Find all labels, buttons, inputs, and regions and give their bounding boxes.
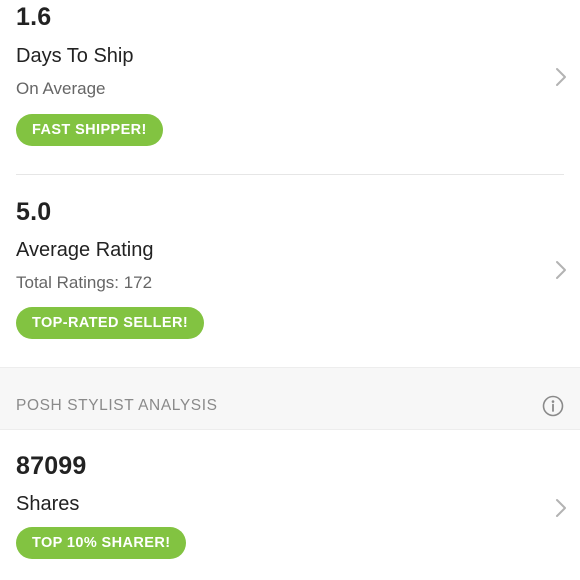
shares-card[interactable]: 87099 Shares TOP 10% SHARER! (0, 430, 580, 580)
shares-value: 87099 (16, 452, 87, 480)
posh-stylist-analysis-header: POSH STYLIST ANALYSIS (0, 367, 580, 430)
chevron-right-icon[interactable] (554, 67, 568, 87)
top-rated-seller-badge: TOP-RATED SELLER! (16, 307, 205, 339)
average-rating-card[interactable]: 5.0 Average Rating Total Ratings: 172 TO… (0, 175, 580, 367)
days-to-ship-value: 1.6 (16, 3, 52, 31)
average-rating-title: Average Rating (16, 239, 154, 261)
chevron-right-icon[interactable] (554, 498, 568, 518)
days-to-ship-card[interactable]: 1.6 Days To Ship On Average FAST SHIPPER… (0, 0, 580, 174)
days-to-ship-subtitle: On Average (16, 79, 106, 98)
days-to-ship-title: Days To Ship (16, 45, 134, 67)
average-rating-value: 5.0 (16, 198, 52, 226)
top-sharer-badge: TOP 10% SHARER! (16, 527, 187, 559)
chevron-right-icon[interactable] (554, 260, 568, 280)
shares-title: Shares (16, 493, 80, 515)
seller-stats-page: 1.6 Days To Ship On Average FAST SHIPPER… (0, 0, 580, 580)
section-title: POSH STYLIST ANALYSIS (16, 397, 218, 414)
fast-shipper-badge: FAST SHIPPER! (16, 114, 163, 146)
total-ratings-text: Total Ratings: 172 (16, 273, 153, 292)
info-icon[interactable] (542, 395, 564, 417)
